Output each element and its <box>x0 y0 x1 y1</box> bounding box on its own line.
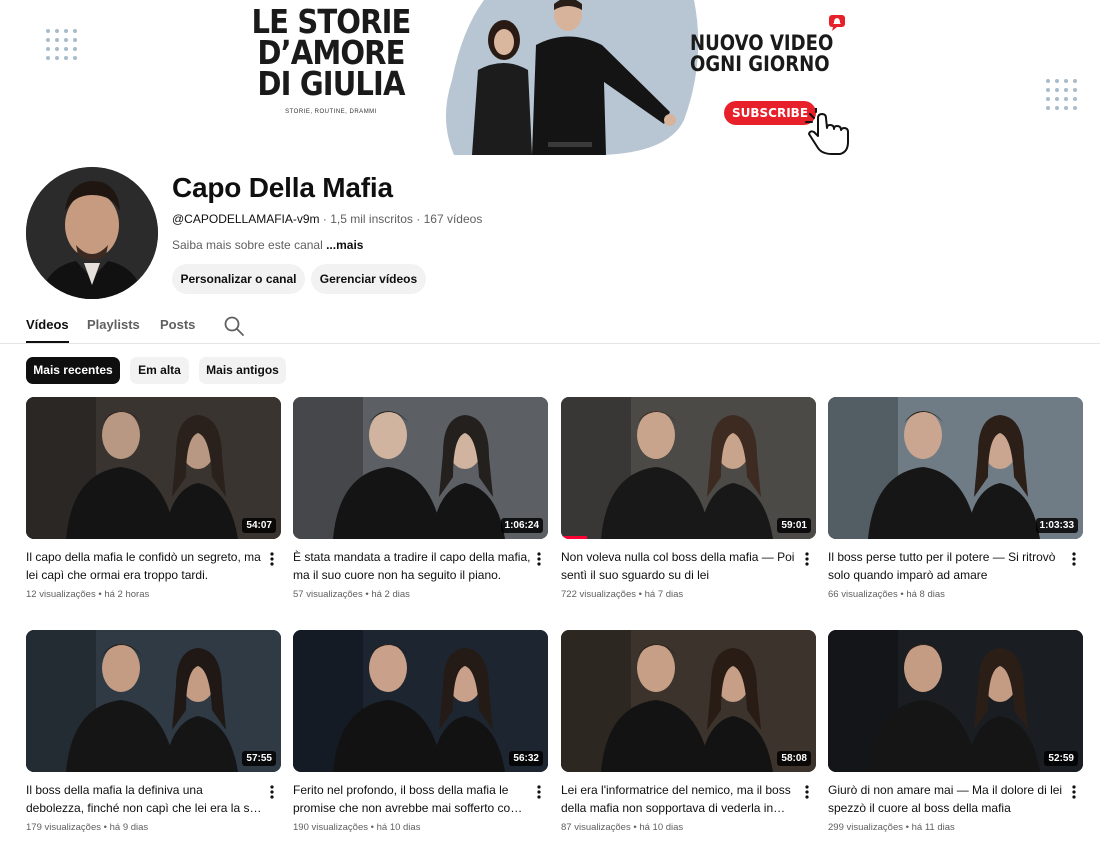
banner-subscribe-graphic: SUBSCRIBE <box>724 101 816 125</box>
tab-playlists[interactable]: Playlists <box>87 311 140 343</box>
video-count: 167 vídeos <box>423 212 483 226</box>
dots-decoration <box>46 29 77 60</box>
more-vert-icon[interactable] <box>803 551 811 567</box>
upload-age: há 10 dias <box>639 822 684 833</box>
video-duration: 57:55 <box>242 751 276 766</box>
more-vert-icon[interactable] <box>535 551 543 567</box>
video-card[interactable]: 52:59 Giurò di non amare mai — Ma il dolo… <box>828 630 1083 833</box>
video-title[interactable]: Non voleva nulla col boss della mafia — … <box>561 548 799 584</box>
video-duration: 1:03:33 <box>1035 518 1078 533</box>
more-vert-icon[interactable] <box>535 784 543 800</box>
pointer-hand-icon <box>805 108 849 155</box>
video-meta: 179 visualizações • há 9 dias <box>26 822 149 833</box>
upload-age: há 2 horas <box>104 589 150 600</box>
video-duration: 59:01 <box>777 518 811 533</box>
video-meta: 57 visualizações • há 2 dias <box>293 589 410 600</box>
video-meta: 190 visualizações • há 10 dias <box>293 822 421 833</box>
video-title[interactable]: Il capo della mafia le confidò un segret… <box>26 548 264 584</box>
chip-popular[interactable]: Em alta <box>130 357 189 384</box>
video-card[interactable]: 1:06:24 È stata mandata a tradire il capo… <box>293 397 548 600</box>
subscriber-count: 1,5 mil inscritos <box>330 212 413 226</box>
upload-age: há 8 dias <box>906 589 945 600</box>
more-vert-icon[interactable] <box>1070 551 1078 567</box>
banner-couple-image <box>445 0 699 155</box>
view-count: 57 visualizações <box>293 589 363 600</box>
view-count: 190 visualizações <box>293 822 368 833</box>
banner-tagline: NUOVO VIDEO OGNI GIORNO <box>690 31 834 76</box>
upload-age: há 11 dias <box>911 822 955 833</box>
video-thumbnail[interactable]: 54:07 <box>26 397 281 539</box>
video-title[interactable]: Il boss della mafia la definiva una debo… <box>26 781 264 817</box>
channel-meta: @CAPODELLAMAFIA-v9m · 1,5 mil inscritos … <box>172 212 483 226</box>
video-thumbnail[interactable]: 1:06:24 <box>293 397 548 539</box>
tab-posts[interactable]: Posts <box>160 311 195 343</box>
video-thumbnail[interactable]: 59:01 <box>561 397 816 539</box>
channel-banner: LE STORIE D’AMORE DI GIULIA STORIE, ROUT… <box>0 0 1100 155</box>
channel-about-link[interactable]: Saiba mais sobre este canal ...mais <box>172 238 363 252</box>
upload-age: há 2 dias <box>371 589 410 600</box>
tab-videos[interactable]: Vídeos <box>26 311 69 343</box>
channel-name: Capo Della Mafia <box>172 172 393 203</box>
more-vert-icon[interactable] <box>803 784 811 800</box>
channel-handle: @CAPODELLAMAFIA-v9m <box>172 212 320 226</box>
search-icon[interactable] <box>223 315 245 337</box>
video-meta: 299 visualizações • há 11 dias <box>828 822 955 833</box>
view-count: 179 visualizações <box>26 822 101 833</box>
video-card[interactable]: 54:07 Il capo della mafia le confidò un s… <box>26 397 281 600</box>
video-meta: 87 visualizações • há 10 dias <box>561 822 684 833</box>
video-title[interactable]: Giurò di non amare mai — Ma il dolore di… <box>828 781 1066 817</box>
tabs-divider <box>0 343 1100 344</box>
view-count: 722 visualizações <box>561 589 636 600</box>
video-card[interactable]: 57:55 Il boss della mafia la definiva una… <box>26 630 281 833</box>
view-count: 12 visualizações <box>26 589 96 600</box>
view-count: 66 visualizações <box>828 589 898 600</box>
video-card[interactable]: 58:08 Lei era l'informatrice del nemico, … <box>561 630 816 833</box>
banner-title: LE STORIE D’AMORE DI GIULIA <box>251 2 412 103</box>
chip-latest[interactable]: Mais recentes <box>26 357 120 384</box>
video-thumbnail[interactable]: 56:32 <box>293 630 548 772</box>
avatar-portrait-image <box>26 167 158 299</box>
video-meta: 722 visualizações • há 7 dias <box>561 589 684 600</box>
video-thumbnail[interactable]: 1:03:33 <box>828 397 1083 539</box>
video-card[interactable]: 56:32 Ferito nel profondo, il boss della … <box>293 630 548 833</box>
channel-avatar[interactable] <box>26 167 158 299</box>
bell-icon <box>829 15 845 31</box>
watch-progress-bar <box>561 536 587 539</box>
video-title[interactable]: È stata mandata a tradire il capo della … <box>293 548 531 584</box>
video-thumbnail[interactable]: 52:59 <box>828 630 1083 772</box>
customize-channel-button[interactable]: Personalizar o canal <box>172 264 305 294</box>
video-title[interactable]: Lei era l'informatrice del nemico, ma il… <box>561 781 799 817</box>
chip-oldest[interactable]: Mais antigos <box>199 357 286 384</box>
upload-age: há 9 dias <box>109 822 149 833</box>
video-title[interactable]: Ferito nel profondo, il boss della mafia… <box>293 781 531 817</box>
more-vert-icon[interactable] <box>1070 784 1078 800</box>
video-thumbnail[interactable]: 58:08 <box>561 630 816 772</box>
banner-subtitle: STORIE, ROUTINE, DRAMMI <box>285 109 377 115</box>
video-duration: 54:07 <box>242 518 276 533</box>
view-count: 87 visualizações <box>561 822 631 833</box>
video-card[interactable]: 1:03:33 Il boss perse tutto per il potere… <box>828 397 1083 600</box>
video-duration: 58:08 <box>777 751 811 766</box>
video-title[interactable]: Il boss perse tutto per il potere — Si r… <box>828 548 1066 584</box>
video-duration: 1:06:24 <box>500 518 543 533</box>
dots-decoration <box>1046 79 1077 110</box>
more-link[interactable]: ...mais <box>326 238 363 252</box>
upload-age: há 10 dias <box>376 822 421 833</box>
video-thumbnail[interactable]: 57:55 <box>26 630 281 772</box>
video-meta: 12 visualizações • há 2 horas <box>26 589 150 600</box>
video-card[interactable]: 59:01 Non voleva nulla col boss della maf… <box>561 397 816 600</box>
video-duration: 56:32 <box>509 751 543 766</box>
manage-videos-button[interactable]: Gerenciar vídeos <box>311 264 426 294</box>
upload-age: há 7 dias <box>644 589 684 600</box>
video-duration: 52:59 <box>1044 751 1078 766</box>
view-count: 299 visualizações <box>828 822 903 833</box>
more-vert-icon[interactable] <box>268 784 276 800</box>
more-vert-icon[interactable] <box>268 551 276 567</box>
video-meta: 66 visualizações • há 8 dias <box>828 589 945 600</box>
